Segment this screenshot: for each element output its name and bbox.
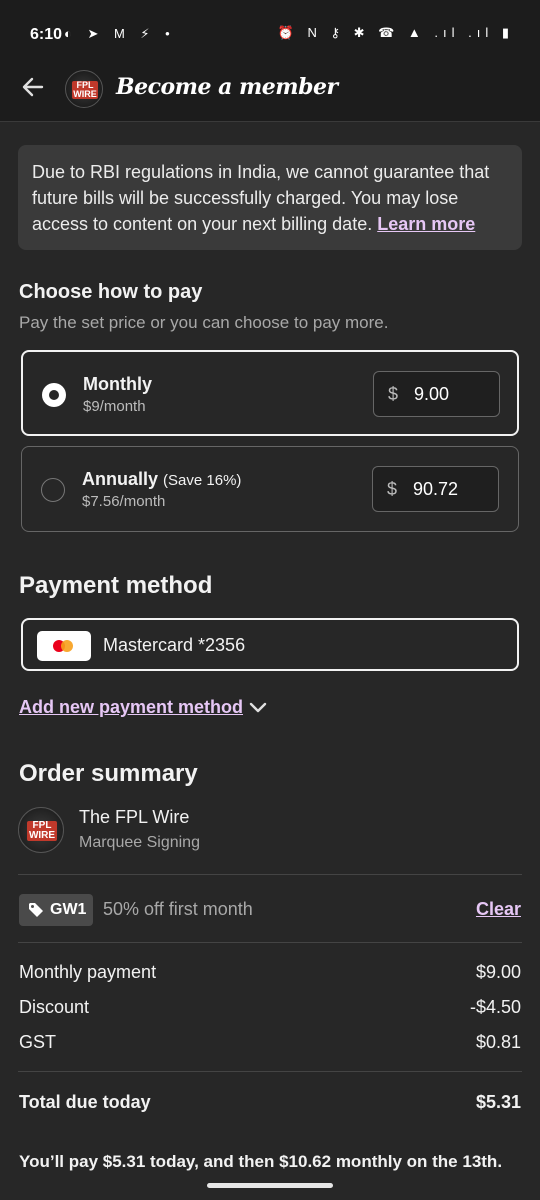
radio-annually[interactable] <box>41 478 65 502</box>
currency-symbol: $ <box>388 384 399 404</box>
app-header: FPL WIRE Become a member <box>0 70 540 122</box>
order-summary-heading: Order summary <box>19 760 198 787</box>
membership-tier: Marquee Signing <box>79 834 200 851</box>
status-bar: 6:10 ◐ ➤ M ⚡ • ⏰ N ⚷ ✱ ☎ ▲ .ıl .ıl ▮ <box>0 0 540 70</box>
divider <box>18 1071 522 1072</box>
plan-name: Annually (Save 16%) <box>82 469 242 489</box>
line-value-monthly: $9.00 <box>475 962 521 982</box>
logo-text: FPL WIRE <box>27 820 57 841</box>
home-indicator[interactable] <box>207 1183 333 1188</box>
radio-monthly[interactable] <box>42 383 66 407</box>
payment-card-option[interactable]: Mastercard *2356 <box>21 618 519 671</box>
amount-value: 9.00 <box>414 384 450 404</box>
mastercard-icon <box>37 631 91 661</box>
card-label: Mastercard *2356 <box>103 635 246 655</box>
plan-name: Monthly <box>83 374 152 394</box>
page-title: Become a member <box>116 74 338 100</box>
choose-pay-subheading: Pay the set price or you can choose to p… <box>19 313 389 332</box>
add-payment-method-link[interactable]: Add new payment method <box>19 697 243 718</box>
line-label-monthly: Monthly payment <box>19 962 157 982</box>
choose-pay-heading: Choose how to pay <box>19 281 203 303</box>
status-time: 6:10 <box>30 26 63 43</box>
publication-logo: FPL WIRE <box>65 70 103 108</box>
coupon-description: 50% off first month <box>103 899 253 919</box>
rbi-notice: Due to RBI regulations in India, we cann… <box>18 145 522 250</box>
back-arrow-icon[interactable] <box>20 74 46 100</box>
plan-option-monthly[interactable]: Monthly $9/month $ 9.00 <box>21 350 519 436</box>
plan-save-badge: (Save 16%) <box>163 472 242 489</box>
clear-coupon-link[interactable]: Clear <box>476 899 521 920</box>
plan-price: $9/month <box>83 398 146 415</box>
annual-amount-input[interactable]: $ 90.72 <box>372 466 499 512</box>
publication-name: The FPL Wire <box>79 807 190 827</box>
line-label-gst: GST <box>19 1032 57 1052</box>
coupon-badge: GW1 <box>19 894 93 926</box>
plan-option-annually[interactable]: Annually (Save 16%) $7.56/month $ 90.72 <box>21 446 519 532</box>
learn-more-link[interactable]: Learn more <box>377 214 475 234</box>
amount-value: 90.72 <box>413 479 459 499</box>
divider <box>18 874 522 875</box>
divider <box>18 942 522 943</box>
line-value-gst: $0.81 <box>475 1032 521 1052</box>
payment-method-heading: Payment method <box>19 572 213 599</box>
currency-symbol: $ <box>387 479 398 499</box>
total-value: $5.31 <box>475 1092 521 1112</box>
tag-icon <box>29 903 43 917</box>
total-label: Total due today <box>19 1092 151 1112</box>
monthly-amount-input[interactable]: $ 9.00 <box>373 371 500 417</box>
line-value-discount: -$4.50 <box>469 997 521 1017</box>
logo-text: FPL WIRE <box>72 80 98 99</box>
publication-avatar: FPL WIRE <box>18 807 64 853</box>
coupon-code: GW1 <box>50 901 87 918</box>
plan-price: $7.56/month <box>82 493 166 510</box>
system-status-icons: ⏰ N ⚷ ✱ ☎ ▲ .ıl .ıl ▮ <box>277 25 514 40</box>
chevron-down-icon[interactable] <box>248 699 268 717</box>
billing-footnote: You’ll pay $5.31 today, and then $10.62 … <box>19 1152 503 1171</box>
line-label-discount: Discount <box>19 997 90 1017</box>
notification-icons: ◐ ➤ M ⚡ • <box>64 26 176 41</box>
